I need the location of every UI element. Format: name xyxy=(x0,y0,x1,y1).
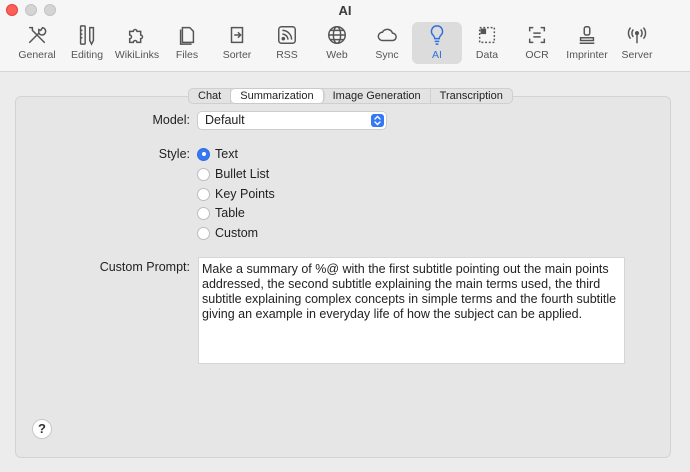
radio-label: Custom xyxy=(215,226,259,240)
tab-image-generation[interactable]: Image Generation xyxy=(324,89,431,103)
toolbar-item-files[interactable]: Files xyxy=(162,22,212,64)
style-option-custom[interactable]: Custom xyxy=(197,226,258,240)
toolbar-item-label: OCR xyxy=(525,49,549,61)
toolbar-item-ocr[interactable]: OCR xyxy=(512,22,562,64)
style-option-text[interactable]: Text xyxy=(197,147,238,161)
radio-button[interactable] xyxy=(197,167,210,181)
puzzle-icon xyxy=(126,24,148,46)
style-option-key-points[interactable]: Key Points xyxy=(197,187,275,201)
toolbar-item-editing[interactable]: Editing xyxy=(62,22,112,64)
model-label: Model: xyxy=(152,113,190,127)
toolbar-item-label: Web xyxy=(326,49,348,61)
style-option-bullet-list[interactable]: Bullet List xyxy=(197,167,269,181)
cloud-icon xyxy=(376,24,398,46)
custom-prompt-label: Custom Prompt: xyxy=(99,260,190,274)
tab-summarization[interactable]: Summarization xyxy=(231,89,324,103)
toolbar-item-server[interactable]: Server xyxy=(612,22,662,64)
antenna-icon xyxy=(626,24,648,46)
radio-label: Key Points xyxy=(215,187,275,201)
toolbar-item-general[interactable]: General xyxy=(12,22,62,64)
tab-bar: Chat Summarization Image Generation Tran… xyxy=(188,88,513,104)
style-option-table[interactable]: Table xyxy=(197,206,245,220)
title-bar: AI General Editing WikiLinks Files Sorte… xyxy=(0,0,690,72)
toolbar-item-label: Files xyxy=(175,49,199,61)
toolbar-item-imprinter[interactable]: Imprinter xyxy=(562,22,612,64)
window-title: AI xyxy=(338,3,352,18)
pencil-ruler-icon xyxy=(76,24,98,46)
toolbar-item-sync[interactable]: Sync xyxy=(362,22,412,64)
toolbar-item-web[interactable]: Web xyxy=(312,22,362,64)
toolbar-item-label: Sync xyxy=(375,49,399,61)
style-label: Style: xyxy=(158,147,190,161)
toolbar-item-sorter[interactable]: Sorter xyxy=(212,22,262,64)
toolbar-item-label: Imprinter xyxy=(566,49,608,61)
radio-button[interactable] xyxy=(197,226,210,240)
model-select[interactable]: Default xyxy=(197,111,387,130)
radio-label: Text xyxy=(215,147,238,161)
preferences-toolbar: General Editing WikiLinks Files Sorter R… xyxy=(12,22,662,68)
radio-button[interactable] xyxy=(197,147,210,161)
help-button[interactable]: ? xyxy=(32,419,52,439)
toolbar-item-data[interactable]: Data xyxy=(462,22,512,64)
toolbar-item-label: Editing xyxy=(70,49,104,61)
toolbar-item-wikilinks[interactable]: WikiLinks xyxy=(112,22,162,64)
ocr-icon xyxy=(526,24,548,46)
toolbar-item-label: Server xyxy=(621,49,653,61)
sorter-icon xyxy=(226,24,248,46)
radio-label: Table xyxy=(215,206,245,220)
toolbar-item-label: WikiLinks xyxy=(114,49,160,61)
preferences-window: AI General Editing WikiLinks Files Sorte… xyxy=(0,0,690,472)
model-select-value: Default xyxy=(205,113,245,127)
toolbar-item-label: AI xyxy=(432,49,442,61)
toolbar-item-label: RSS xyxy=(276,49,298,61)
toolbar-item-rss[interactable]: RSS xyxy=(262,22,312,64)
radio-button[interactable] xyxy=(197,187,210,201)
tab-chat[interactable]: Chat xyxy=(189,89,232,103)
toolbar-item-ai[interactable]: AI xyxy=(412,22,462,64)
files-icon xyxy=(176,24,198,46)
chevron-up-down-icon xyxy=(371,114,384,127)
lightbulb-icon xyxy=(426,24,448,46)
rss-icon xyxy=(276,24,298,46)
radio-button[interactable] xyxy=(197,206,210,220)
radio-label: Bullet List xyxy=(215,167,270,181)
data-icon xyxy=(476,24,498,46)
toolbar-item-label: Sorter xyxy=(222,49,252,61)
tools-icon xyxy=(26,24,48,46)
toolbar-item-label: General xyxy=(18,49,56,61)
stamp-icon xyxy=(576,24,598,46)
toolbar-item-label: Data xyxy=(475,49,499,61)
globe-icon xyxy=(326,24,348,46)
tab-transcription[interactable]: Transcription xyxy=(431,89,512,103)
custom-prompt-textarea[interactable]: Make a summary of %@ with the first subt… xyxy=(198,257,625,364)
